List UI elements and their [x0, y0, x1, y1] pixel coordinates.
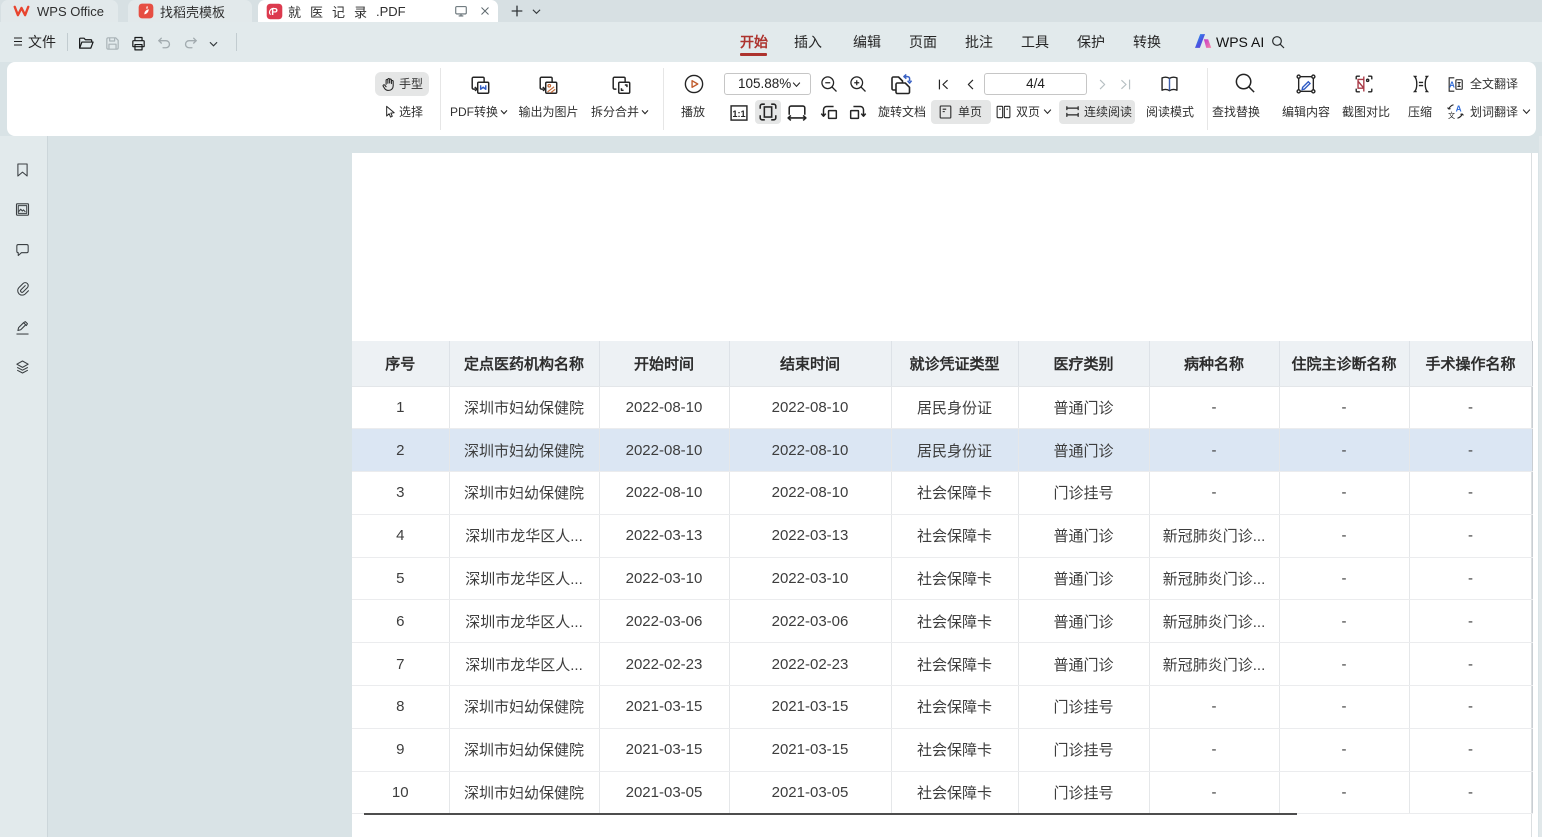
- svg-text:文: 文: [1448, 111, 1455, 120]
- svg-text:A: A: [1456, 104, 1462, 114]
- svg-text:1:1: 1:1: [732, 109, 745, 119]
- svg-text:A: A: [1449, 80, 1455, 89]
